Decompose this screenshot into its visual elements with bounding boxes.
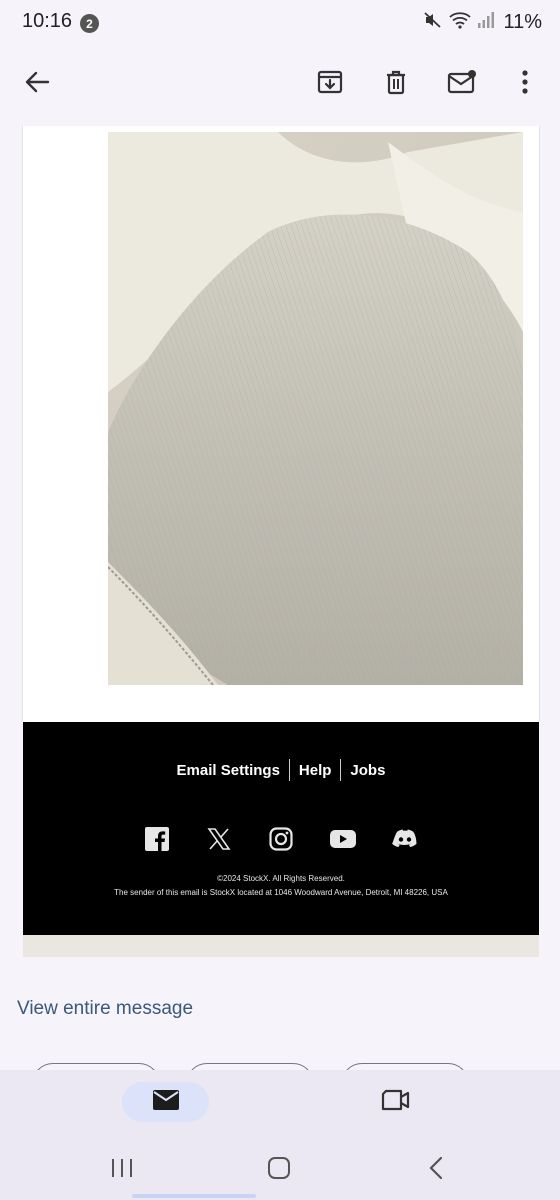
footer-links: Email Settings Help Jobs [23,759,539,781]
email-settings-link[interactable]: Email Settings [177,762,280,779]
sender-address-text: The sender of this email is StockX locat… [114,888,448,897]
bottom-navigation [0,1070,560,1140]
archive-icon[interactable] [308,60,352,104]
recents-icon[interactable] [102,1150,142,1186]
home-icon[interactable] [259,1150,299,1186]
discord-icon[interactable] [392,826,418,852]
meet-video-icon [381,1089,411,1116]
instagram-icon[interactable] [268,826,294,852]
view-entire-message-link[interactable]: View entire message [17,998,193,1020]
delete-icon[interactable] [374,60,418,104]
help-link[interactable]: Help [299,762,332,779]
jobs-link[interactable]: Jobs [350,762,385,779]
email-footer: Email Settings Help Jobs ©2024 StockX. A… [23,722,539,935]
footer-bottom-strip [23,935,539,957]
mark-unread-icon[interactable] [440,60,484,104]
status-icons: 11% [423,10,542,35]
signal-icon [477,11,495,34]
link-divider [340,759,342,781]
nav-meet-tab[interactable] [374,1082,418,1122]
mail-icon [152,1089,180,1116]
link-divider [288,759,290,781]
notification-count-badge: 2 [80,14,99,33]
status-time: 10:16 [22,10,73,32]
product-photo [108,132,523,685]
battery-level: 11% [503,11,542,33]
nav-mail-tab[interactable] [122,1082,209,1122]
back-icon[interactable] [416,1150,456,1186]
facebook-icon[interactable] [144,826,170,852]
gesture-indicator [132,1194,256,1198]
more-vert-icon[interactable] [503,60,547,104]
mute-icon [423,10,443,35]
x-icon[interactable] [206,826,232,852]
wifi-icon [449,11,472,34]
copyright-text: ©2024 StockX. All Rights Reserved. [217,874,345,883]
youtube-icon[interactable] [330,826,356,852]
social-links [23,826,539,852]
back-arrow-icon[interactable] [15,60,59,104]
